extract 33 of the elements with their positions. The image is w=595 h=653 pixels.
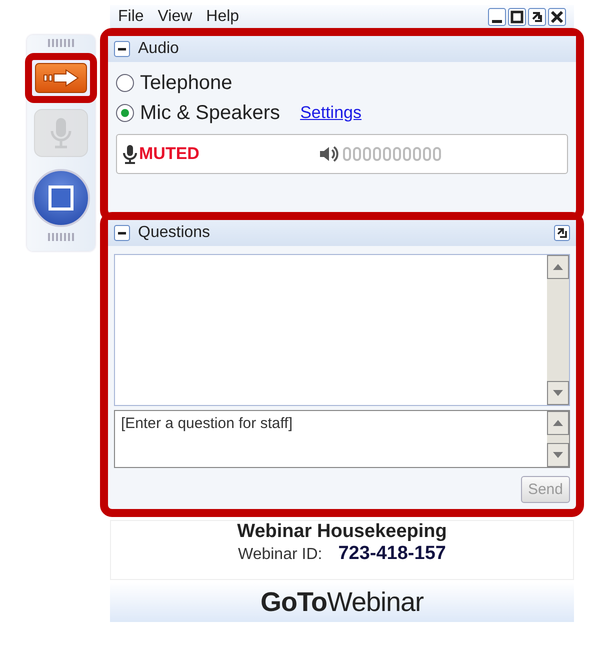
option-label[interactable]: Mic & Speakers bbox=[140, 102, 280, 124]
settings-link[interactable]: Settings bbox=[300, 103, 362, 123]
microphone-icon bbox=[50, 117, 72, 149]
maximize-icon[interactable] bbox=[508, 8, 526, 26]
option-label[interactable]: Telephone bbox=[140, 72, 232, 94]
restore-icon[interactable] bbox=[528, 8, 546, 26]
menu-item[interactable]: View bbox=[158, 8, 192, 26]
webinar-id: 723-418-157 bbox=[338, 543, 446, 565]
collapse-icon[interactable] bbox=[114, 41, 130, 57]
panel-title: Audio bbox=[138, 40, 179, 58]
id-label: Webinar ID: bbox=[238, 546, 322, 564]
menu-item[interactable]: Help bbox=[206, 8, 240, 26]
square-icon bbox=[48, 185, 74, 211]
minimize-icon[interactable] bbox=[488, 8, 506, 26]
webinar-title: Webinar Housekeeping bbox=[237, 521, 447, 543]
collapse-icon[interactable] bbox=[114, 225, 130, 241]
arrow-icon bbox=[41, 68, 81, 88]
popout-icon[interactable] bbox=[554, 225, 570, 241]
panel-title: Questions bbox=[138, 224, 210, 242]
mute-status: MUTED bbox=[139, 144, 200, 164]
menu-item[interactable]: File bbox=[118, 8, 144, 26]
grip-handle[interactable] bbox=[48, 39, 74, 47]
radio-button[interactable] bbox=[116, 74, 134, 92]
logo: GoToWebinar bbox=[260, 586, 424, 618]
microphone-icon bbox=[123, 144, 137, 164]
close-icon[interactable] bbox=[548, 8, 566, 26]
speaker-icon bbox=[319, 145, 340, 163]
volume-meter-icon bbox=[343, 147, 442, 161]
scroll-up-icon[interactable] bbox=[547, 255, 569, 279]
arrow-button[interactable] bbox=[35, 63, 87, 93]
scroll-down-icon[interactable] bbox=[547, 381, 569, 405]
radio-button[interactable] bbox=[116, 104, 134, 122]
grip-handle[interactable] bbox=[48, 233, 74, 241]
